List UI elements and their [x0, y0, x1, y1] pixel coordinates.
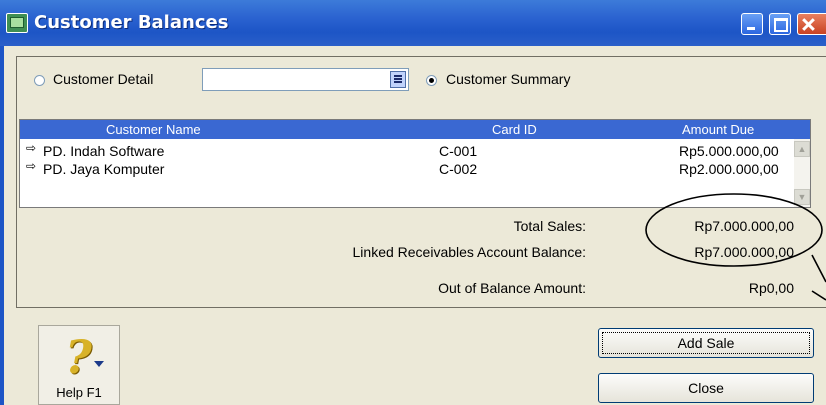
close-button[interactable]: Close [598, 373, 814, 403]
add-sale-label: Add Sale [677, 335, 735, 351]
help-button[interactable]: ? Help F1 [38, 325, 120, 405]
highlight-ellipse [645, 193, 823, 267]
add-sale-button[interactable]: Add Sale [598, 328, 814, 358]
question-mark-icon: ? [65, 330, 92, 384]
dropdown-arrow-icon [94, 361, 104, 367]
close-label: Close [688, 380, 724, 396]
help-label: Help F1 [56, 385, 102, 400]
annotation-lines [811, 254, 826, 301]
